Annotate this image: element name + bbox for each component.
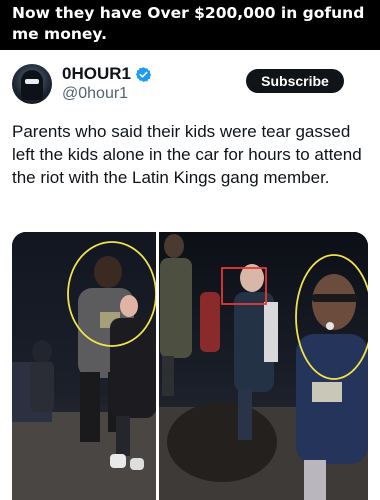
- tweet-card: 0HOUR1 @0hour1 Subscribe Parents who sai…: [0, 50, 380, 500]
- author-name-row: 0HOUR1: [62, 64, 152, 84]
- right-photo: [159, 232, 368, 500]
- subscribe-button[interactable]: Subscribe: [246, 69, 344, 93]
- avatar[interactable]: [12, 64, 52, 104]
- left-photo: [12, 232, 157, 500]
- media-photo-collage: [12, 232, 368, 500]
- tweet-text: Parents who said their kids were tear ga…: [12, 122, 362, 187]
- meme-caption: Now they have Over $200,000 in gofund me…: [0, 0, 380, 50]
- tweet-media[interactable]: [12, 232, 368, 500]
- display-name[interactable]: 0HOUR1: [62, 64, 131, 84]
- avatar-hood: [21, 70, 43, 100]
- verified-badge-icon: [135, 66, 152, 82]
- avatar-mask: [25, 79, 39, 84]
- author-handle[interactable]: @0hour1: [62, 85, 128, 103]
